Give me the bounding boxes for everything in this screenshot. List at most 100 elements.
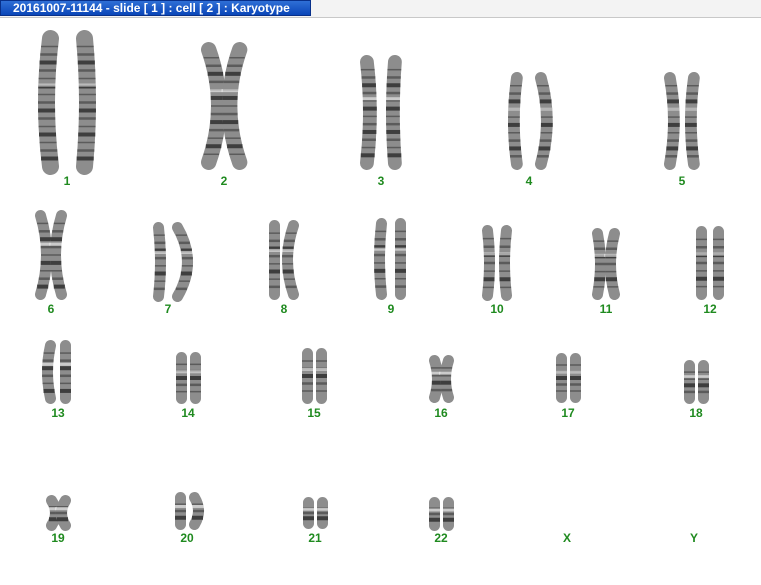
chromosome-band	[509, 92, 522, 95]
chromosome-11-homolog-2[interactable]	[595, 228, 634, 300]
chromosome-label-18: 18	[689, 406, 703, 420]
chromosome-band	[60, 374, 72, 378]
chromosome-band	[538, 92, 551, 95]
chromosome-6-homolog-2[interactable]	[42, 210, 81, 300]
chromosome-band	[223, 128, 239, 132]
chromosome-8-homolog-2[interactable]	[274, 220, 313, 300]
chromosome-band	[498, 270, 510, 272]
chromosome-label-20: 20	[180, 531, 194, 545]
chromosome-band	[76, 149, 94, 152]
chromosome-18-homolog-2[interactable]	[684, 360, 723, 404]
chromosome-band	[52, 230, 64, 233]
chromosome-band	[395, 230, 407, 233]
chromosome-band	[50, 254, 62, 256]
chromosome-band	[60, 366, 72, 371]
chromosome-label-14: 14	[181, 406, 195, 420]
chromosome-label-x: X	[562, 531, 571, 545]
chromosome-band	[39, 53, 57, 56]
chromosome-label-4: 4	[525, 174, 533, 188]
centromere	[315, 507, 329, 511]
chromosome-band	[60, 352, 72, 354]
chromosome-9-homolog-2[interactable]	[381, 218, 420, 300]
chromosome-label-6: 6	[47, 302, 55, 316]
chromosome-band	[540, 132, 553, 134]
chromosome-band	[606, 277, 618, 282]
chromosome-band	[499, 237, 511, 240]
chromosome-12-homolog-2[interactable]	[699, 226, 738, 300]
chromosome-band	[40, 156, 58, 161]
chromosome-band	[605, 262, 617, 266]
chromosome-band	[685, 139, 698, 142]
chromosome-band	[38, 132, 56, 137]
chromosome-band	[315, 390, 327, 392]
centromere	[180, 250, 194, 254]
chromosome-16-homolog-2[interactable]	[429, 355, 468, 403]
chromosome-band	[569, 390, 581, 392]
chromosome-band	[386, 76, 401, 79]
chromosome-2-homolog-2[interactable]	[218, 42, 261, 170]
chromosome-band	[685, 99, 698, 104]
chromosome-13-homolog-2[interactable]	[46, 340, 85, 404]
chromosome-band	[685, 132, 697, 134]
chromosome-label-1: 1	[63, 174, 71, 188]
chromosome-17-homolog-2[interactable]	[556, 353, 595, 403]
chromosome-label-15: 15	[307, 406, 321, 420]
chromosome-1-homolog-2[interactable]	[62, 30, 107, 175]
chromosome-band	[386, 91, 400, 95]
chromosome-14-homolog-2[interactable]	[176, 352, 215, 404]
chromosome-15-homolog-2[interactable]	[302, 348, 341, 404]
chromosome-band	[285, 232, 297, 234]
chromosome-band	[224, 71, 241, 76]
chromosome-band	[386, 83, 401, 88]
chromosome-band	[569, 364, 581, 366]
chromosome-band	[189, 363, 201, 366]
chromosome-band	[395, 238, 407, 241]
chromosome-band	[51, 270, 63, 272]
chromosome-band	[508, 139, 521, 142]
chromosome-band	[395, 268, 407, 273]
chromosome-band	[38, 77, 56, 80]
chromosome-5-homolog-2[interactable]	[674, 72, 714, 170]
chromosome-band	[77, 69, 95, 72]
chromosome-10-homolog-2[interactable]	[487, 225, 526, 301]
chromosome-20-homolog-2[interactable]	[175, 492, 214, 530]
centromere	[221, 89, 239, 93]
chromosome-band	[686, 84, 699, 87]
chromosome-band	[37, 93, 55, 96]
chromosome-band	[361, 68, 375, 71]
chromosome-19-homolog-2[interactable]	[46, 495, 85, 531]
chromosome-band	[39, 149, 57, 152]
chromosome-22-homolog-2[interactable]	[429, 497, 468, 531]
chromosome-band	[78, 101, 96, 104]
centromere	[684, 107, 698, 111]
centromere	[281, 248, 295, 252]
chromosome-band	[316, 516, 328, 521]
chromosome-band	[60, 359, 72, 362]
chromosome-band	[385, 106, 400, 111]
chromosome-7-homolog-2[interactable]	[158, 222, 197, 302]
chromosome-band	[686, 155, 699, 158]
centromere	[54, 507, 68, 511]
chromosome-band	[713, 238, 725, 241]
chromosome-band	[569, 383, 581, 386]
window-title-tab[interactable]: 20161007-11144 - slide [ 1 ] : cell [ 2 …	[0, 0, 311, 16]
centromere	[696, 375, 710, 379]
chromosome-21-homolog-2[interactable]	[303, 497, 342, 529]
chromosome-band	[386, 129, 400, 134]
chromosome-band	[60, 382, 72, 385]
chromosome-band	[606, 247, 618, 250]
chromosome-band	[509, 146, 522, 151]
chromosome-band	[386, 146, 401, 149]
chromosome-band	[395, 253, 407, 257]
chromosome-band	[38, 125, 56, 128]
chromosome-4-homolog-2[interactable]	[521, 72, 561, 170]
chromosome-band	[440, 388, 452, 392]
chromosome-band	[55, 511, 67, 515]
chromosome-label-16: 16	[434, 406, 448, 420]
chromosome-band	[713, 285, 725, 288]
chromosome-label-17: 17	[561, 406, 575, 420]
chromosome-band	[50, 245, 62, 249]
window-titlebar: 20161007-11144 - slide [ 1 ] : cell [ 2 …	[0, 0, 761, 18]
chromosome-band	[315, 374, 327, 378]
chromosome-3-homolog-2[interactable]	[374, 55, 416, 170]
